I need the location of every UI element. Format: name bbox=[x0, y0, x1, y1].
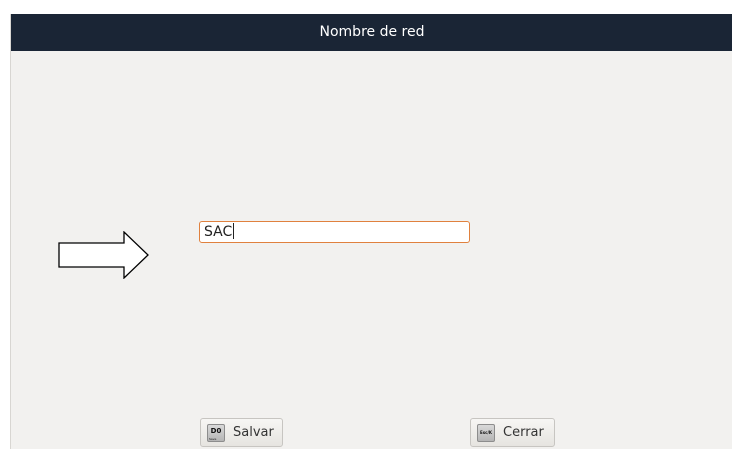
save-key-label: D0 bbox=[210, 426, 222, 435]
window-title: Nombre de red bbox=[11, 14, 732, 51]
right-arrow-outline-icon bbox=[58, 231, 149, 279]
close-button-label: Cerrar bbox=[503, 425, 544, 440]
save-button[interactable]: D0 Save Salvar bbox=[200, 418, 283, 447]
d0-key-icon: D0 Save bbox=[207, 423, 225, 442]
text-caret bbox=[233, 222, 235, 239]
esc-key-icon: Esc/K bbox=[477, 423, 495, 442]
save-key-sublabel: Save bbox=[209, 436, 217, 441]
close-button[interactable]: Esc/K Cerrar bbox=[470, 418, 555, 447]
network-name-value: SAC bbox=[204, 224, 233, 240]
close-key-label: Esc/K bbox=[479, 429, 493, 435]
network-name-input[interactable]: SAC bbox=[199, 221, 470, 243]
save-button-label: Salvar bbox=[233, 425, 274, 440]
